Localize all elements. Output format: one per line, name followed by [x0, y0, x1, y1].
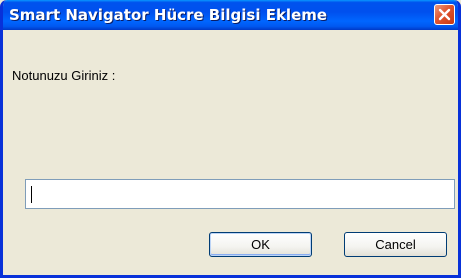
prompt-label: Notunuzu Giriniz : — [12, 68, 116, 83]
close-icon — [438, 8, 451, 21]
close-button[interactable] — [434, 4, 455, 25]
title-bar[interactable]: Smart Navigator Hücre Bilgisi Ekleme — [3, 0, 458, 30]
cancel-button[interactable]: Cancel — [344, 232, 447, 257]
text-caret — [31, 186, 32, 203]
dialog-window: Smart Navigator Hücre Bilgisi Ekleme Not… — [0, 0, 461, 278]
note-input[interactable] — [25, 179, 455, 209]
ok-button[interactable]: OK — [209, 232, 312, 257]
window-title: Smart Navigator Hücre Bilgisi Ekleme — [9, 6, 328, 24]
